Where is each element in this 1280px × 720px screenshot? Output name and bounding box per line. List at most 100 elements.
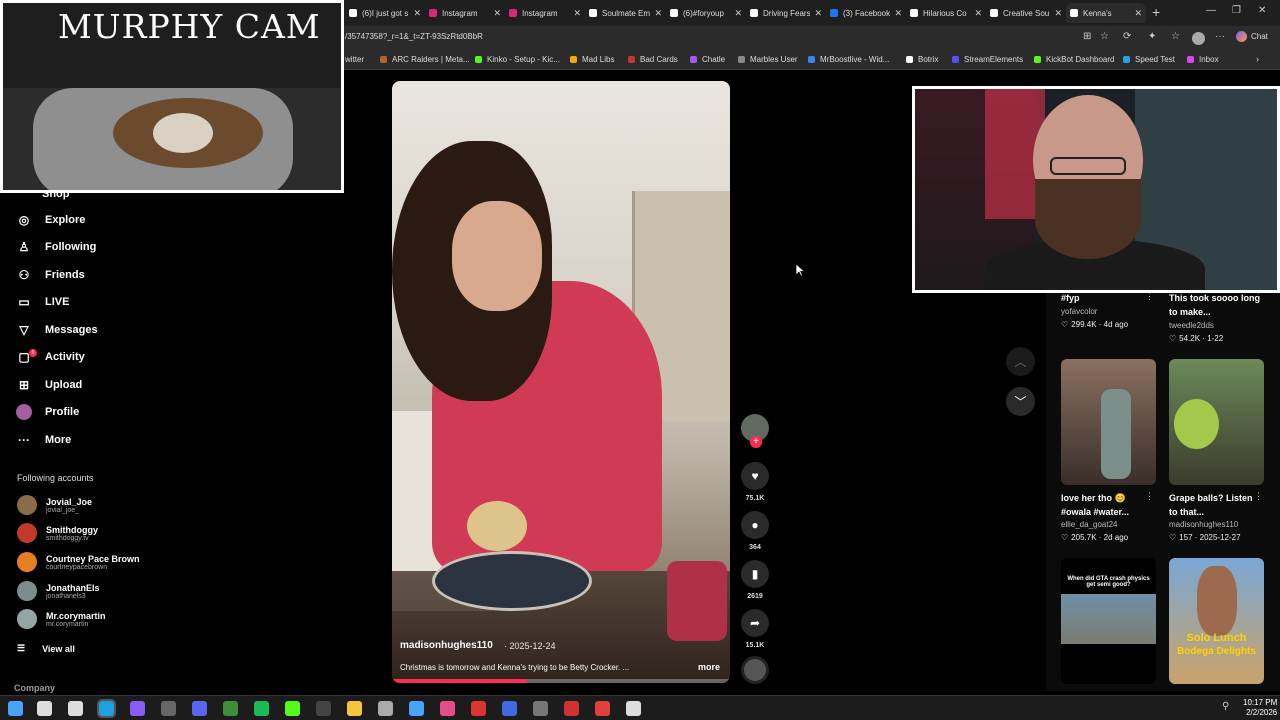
menu-dots-icon[interactable]: ··· <box>1215 31 1225 42</box>
maximize-button[interactable]: ❐ <box>1232 5 1241 16</box>
follow-plus-icon[interactable]: + <box>750 436 762 448</box>
bookmark-item[interactable]: Inbox <box>1187 55 1219 64</box>
app-icon[interactable] <box>440 701 455 716</box>
bookmark-item[interactable]: Chatle <box>690 55 725 64</box>
bookmark-item[interactable]: ARC Raiders | Meta... <box>380 55 470 64</box>
feed-item-author[interactable]: tweedle2dds <box>1169 321 1214 330</box>
app-icon[interactable] <box>223 701 238 716</box>
share-action[interactable]: ➦ 15.1K <box>741 609 769 649</box>
minimize-button[interactable]: — <box>1206 5 1216 16</box>
bookmark-item[interactable]: Speed Test <box>1123 55 1175 64</box>
sidebar-item-friends[interactable]: ⚇ Friends <box>16 267 85 283</box>
feed-item-author[interactable]: madisonhughes110 <box>1169 520 1238 529</box>
sidebar-item-following[interactable]: ♙ Following <box>16 239 97 255</box>
close-tab-icon[interactable]: ✕ <box>573 8 581 19</box>
bookmark-item[interactable]: StreamElements <box>952 55 1023 64</box>
search-icon[interactable] <box>37 701 52 716</box>
app-icon[interactable] <box>564 701 579 716</box>
bookmark-item[interactable]: Marbles User <box>738 55 798 64</box>
view-all-button[interactable]: ☰ View all <box>17 643 75 654</box>
following-account-item[interactable]: Smithdoggy smithdoggy.tv <box>17 523 98 543</box>
new-tab-button[interactable]: + <box>1152 4 1160 20</box>
close-tab-icon[interactable]: ✕ <box>1134 8 1142 19</box>
bookmark-icon[interactable]: ▮ <box>741 560 769 588</box>
feed-item-title[interactable]: love her tho 😊 #owala #water... <box>1061 491 1151 519</box>
bookmark-item[interactable]: Kinko - Setup - Kic... <box>475 55 560 64</box>
following-account-item[interactable]: Jovial_Joe jovial_joe_ <box>17 495 92 515</box>
file-explorer-icon[interactable] <box>347 701 362 716</box>
browser-tab[interactable]: Instagram ✕ <box>425 3 505 23</box>
extensions-puzzle-icon[interactable]: ✦ <box>1148 31 1156 42</box>
bookmark-item[interactable]: MrBoostlive - Wid... <box>808 55 889 64</box>
video-player[interactable]: madisonhughes110 · 2025-12-24 Christmas … <box>392 81 730 683</box>
sidebar-item-activity[interactable]: ▢ Activity <box>16 349 84 365</box>
extension-icon[interactable]: ⟳ <box>1123 31 1131 42</box>
app-icon[interactable] <box>285 701 300 716</box>
video-progress-bar[interactable] <box>392 679 730 683</box>
comment-icon[interactable]: ● <box>741 511 769 539</box>
music-disc-icon[interactable] <box>741 656 769 684</box>
app-icon[interactable] <box>378 701 393 716</box>
save-action[interactable]: ▮ 2619 <box>741 560 769 600</box>
windows-start-icon[interactable] <box>8 701 23 716</box>
feed-thumbnail-lunch[interactable]: Solo Lunch Bodega Delights <box>1169 558 1264 684</box>
browser-tab[interactable]: (3) Facebook ✕ <box>826 3 906 23</box>
bookmarks-overflow-icon[interactable]: › <box>1256 54 1259 64</box>
close-window-button[interactable]: ✕ <box>1258 5 1266 16</box>
favorites-icon[interactable]: ☆ <box>1171 31 1180 42</box>
network-icon[interactable]: ⚲ <box>1222 701 1229 712</box>
heart-icon[interactable]: ♥ <box>741 462 769 490</box>
bookmark-item[interactable]: Mad Libs <box>570 55 614 64</box>
caption-more-button[interactable]: more <box>698 662 720 672</box>
more-options-icon[interactable]: ⋮ <box>1254 491 1263 502</box>
chrome-icon[interactable] <box>130 701 145 716</box>
bookmark-item[interactable]: KickBot Dashboard <box>1034 55 1114 64</box>
browser-tab[interactable]: Soulmate Em ✕ <box>585 3 666 23</box>
edge-icon[interactable] <box>97 699 116 718</box>
sidebar-item-profile[interactable]: Profile <box>16 404 79 420</box>
comment-action[interactable]: ● 364 <box>741 511 769 551</box>
close-tab-icon[interactable]: ✕ <box>654 8 662 19</box>
apps-icon[interactable]: ⊞ <box>1083 31 1091 42</box>
feed-thumbnail-grapes[interactable] <box>1169 359 1264 485</box>
obs-icon[interactable] <box>316 701 331 716</box>
feed-thumbnail-owala[interactable] <box>1061 359 1156 485</box>
feed-item-title[interactable]: Grape balls? Listen to that... <box>1169 491 1259 519</box>
favorite-star-icon[interactable]: ☆ <box>1100 31 1109 42</box>
like-action[interactable]: ♥ 75.1K <box>741 462 769 502</box>
app-icon[interactable] <box>595 701 610 716</box>
close-tab-icon[interactable]: ✕ <box>734 8 742 19</box>
app-icon[interactable] <box>533 701 548 716</box>
app-icon[interactable] <box>161 701 176 716</box>
profile-avatar[interactable] <box>1192 32 1205 45</box>
feed-item-title[interactable]: This took soooo long to make... <box>1169 291 1264 319</box>
copilot-chat-button[interactable]: Chat <box>1236 31 1268 42</box>
following-account-item[interactable]: JonathanEls jonathanels3 <box>17 581 100 601</box>
browser-tab[interactable]: Instagram ✕ <box>505 3 585 23</box>
company-link[interactable]: Company <box>14 683 55 693</box>
browser-tab[interactable]: (6)#foryoup ✕ <box>666 3 746 23</box>
sidebar-item-more[interactable]: ··· More <box>16 432 71 448</box>
previous-video-button[interactable]: ︿ <box>1006 347 1035 376</box>
bookmark-item[interactable]: Botrix <box>906 55 938 64</box>
url-field[interactable]: /35747358?_r=1&_t=ZT-93SzRtd0BbR <box>345 32 483 41</box>
close-tab-icon[interactable]: ✕ <box>894 8 902 19</box>
close-tab-icon[interactable]: ✕ <box>413 8 421 19</box>
close-tab-icon[interactable]: ✕ <box>974 8 982 19</box>
bookmark-item[interactable]: witter <box>345 55 364 64</box>
settings-icon[interactable] <box>626 701 641 716</box>
system-clock[interactable]: 10:17 PM 2/2/2026 <box>1243 698 1277 718</box>
browser-tab[interactable]: Kenna's ✕ <box>1066 3 1146 23</box>
feed-item-author[interactable]: yofavcolor <box>1061 307 1097 316</box>
sidebar-item-upload[interactable]: ⊞ Upload <box>16 377 82 393</box>
task-view-icon[interactable] <box>68 701 83 716</box>
spotify-icon[interactable] <box>254 701 269 716</box>
app-icon[interactable] <box>471 701 486 716</box>
close-tab-icon[interactable]: ✕ <box>814 8 822 19</box>
feed-thumbnail-gta[interactable]: When did GTA crash physics get semi good… <box>1061 558 1156 684</box>
close-tab-icon[interactable]: ✕ <box>1054 8 1062 19</box>
sidebar-item-live[interactable]: ▭ LIVE <box>16 294 69 310</box>
app-icon[interactable] <box>409 701 424 716</box>
next-video-button[interactable]: ﹀ <box>1006 387 1035 416</box>
close-tab-icon[interactable]: ✕ <box>493 8 501 19</box>
